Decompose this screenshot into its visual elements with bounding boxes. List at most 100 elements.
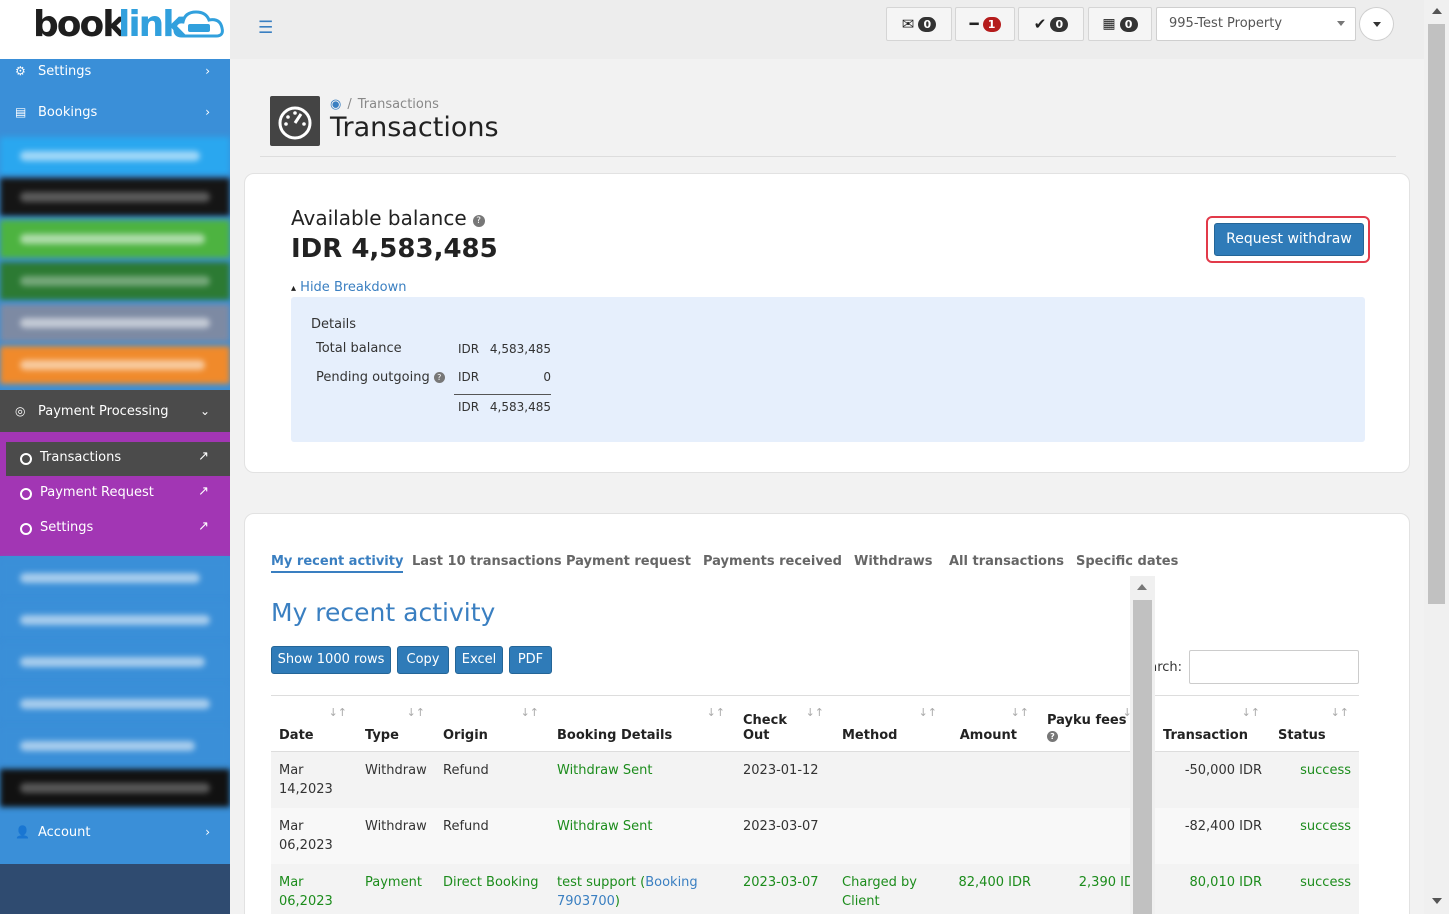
cell-booking-details: Withdraw Sent [549,751,735,808]
column-header-booking-details[interactable]: Booking Details ↓↑ [549,696,735,752]
table-scrollbar[interactable] [1130,576,1155,914]
sidebar-item-bookings[interactable]: ▤ Bookings › [0,95,230,129]
external-link-icon: ↗ [198,519,209,534]
scroll-thumb[interactable] [1428,24,1445,604]
blurred-menu-item[interactable] [0,346,230,384]
pending-count: 1 [982,16,1001,32]
currency: IDR [458,400,480,414]
submenu-item-label: Transactions [40,450,122,465]
balance-card: Available balance? IDR 4,583,485 ▴ Hide … [244,173,1410,473]
scroll-down-icon[interactable] [1432,898,1442,904]
column-header-amount[interactable]: Amount ↓↑ [947,696,1039,752]
scroll-up-icon[interactable] [1432,8,1442,14]
circle-icon [20,453,32,465]
sort-icon: ↓↑ [1330,706,1349,719]
confirmed-counter-button[interactable]: ✔ 0 [1018,7,1084,41]
blurred-menu-item[interactable] [0,727,230,765]
tab-specific-dates[interactable]: Specific dates [1076,554,1178,569]
search-input[interactable] [1189,650,1359,684]
chevron-right-icon: › [205,825,210,839]
scroll-thumb[interactable] [1133,600,1152,914]
blurred-menu-item[interactable] [0,137,230,175]
tab-withdraws[interactable]: Withdraws [854,554,933,569]
pending-counter-button[interactable]: ━ 1 [955,7,1015,41]
confirmed-count: 0 [1050,16,1069,32]
submenu-item-label: Settings [40,520,94,535]
check-icon: ✔ [1033,15,1047,33]
chevron-right-icon: › [205,105,210,119]
blurred-menu-item[interactable] [0,685,230,723]
calendar-counter-button[interactable]: ▦ 0 [1088,7,1152,41]
user-menu-button[interactable] [1359,7,1394,41]
menu-toggle-icon[interactable]: ☰ [258,18,273,38]
help-icon[interactable]: ? [1047,730,1058,742]
help-icon[interactable]: ? [472,215,485,227]
column-header-method[interactable]: Method ↓↑ [834,696,947,752]
blurred-menu-item[interactable] [0,220,230,258]
guest-name: test support ( [557,874,646,890]
column-header-status[interactable]: Status ↓↑ [1270,696,1359,752]
cell-amount [947,807,1039,864]
minus-icon: ━ [969,15,979,33]
cell-transaction: -50,000 IDR [1151,751,1270,808]
logo[interactable]: book link [0,0,230,59]
sidebar-item-settings[interactable]: ⚙ Settings › [0,59,230,83]
blurred-menu-item[interactable] [0,304,230,342]
column-header-check-out[interactable]: Check Out ↓↑ [735,696,834,752]
help-icon[interactable]: ? [433,372,445,383]
total-balance-label: Total balance [316,341,402,356]
cell-origin: Refund [435,807,549,864]
blurred-menu-item[interactable] [0,643,230,681]
table-row[interactable]: Mar 06,2023 Withdraw Refund Withdraw Sen… [271,807,1359,864]
blurred-menu-item[interactable] [0,262,230,300]
sort-icon: ↓↑ [406,706,425,719]
blurred-menu-item[interactable] [0,559,230,597]
pending-outgoing-text: Pending outgoing [316,370,430,385]
column-header-transaction[interactable]: Transaction ↓↑ [1151,696,1270,752]
column-header-origin[interactable]: Origin ↓↑ [435,696,549,752]
sidebar-item-account[interactable]: 👤 Account › [0,815,230,849]
blurred-menu-item[interactable] [0,178,230,216]
tab-payments-received[interactable]: Payments received [703,554,842,569]
sidebar: ⚙ Settings › ▤ Bookings › ◎ Payment Proc… [0,59,230,914]
dashboard-small-icon[interactable]: ◉ [330,97,341,112]
gear-icon: ⚙ [15,64,26,78]
submenu-item-transactions[interactable]: Transactions ↗ [6,442,230,476]
tab-payment-request[interactable]: Payment request [566,554,691,569]
page-scrollbar[interactable] [1424,0,1449,914]
cell-method: Charged by Client [834,863,947,914]
copy-button[interactable]: Copy [397,646,449,674]
tab-all-transactions[interactable]: All transactions [949,554,1064,569]
column-header-type[interactable]: Type ↓↑ [357,696,435,752]
property-select[interactable]: 995-Test Property [1156,7,1356,41]
column-label: Check Out [743,712,787,743]
table-row[interactable]: Mar 06,2023 Payment Direct Booking test … [271,863,1359,914]
cell-date: Mar 14,2023 [271,751,357,808]
activity-card: My recent activity Last 10 transactions … [244,513,1410,914]
column-label: Booking Details [557,727,673,743]
pdf-button[interactable]: PDF [509,646,552,674]
sidebar-item-label: Account [38,824,91,840]
scroll-up-icon[interactable] [1137,584,1147,590]
table-row[interactable]: Mar 14,2023 Withdraw Refund Withdraw Sen… [271,751,1359,808]
cell-method [834,751,947,808]
circle-icon [20,523,32,535]
request-withdraw-highlight: Request withdraw [1206,216,1370,263]
hide-breakdown-link[interactable]: ▴ Hide Breakdown [291,280,407,295]
submenu-item-settings[interactable]: Settings ↗ [6,512,230,546]
column-header-date[interactable]: Date ↓↑ [271,696,357,752]
tab-last-10-transactions[interactable]: Last 10 transactions [412,554,562,569]
envelope-open-icon: ✉ [901,15,915,33]
cell-booking-details: Withdraw Sent [549,807,735,864]
submenu-item-payment-request[interactable]: Payment Request ↗ [6,477,230,511]
sort-icon: ↓↑ [520,706,539,719]
request-withdraw-button[interactable]: Request withdraw [1214,223,1364,256]
sidebar-item-payment-processing[interactable]: ◎ Payment Processing ⌄ [0,390,230,432]
tab-my-recent-activity[interactable]: My recent activity [271,554,404,573]
show-1000-rows-button[interactable]: Show 1000 rows [271,646,391,674]
excel-button[interactable]: Excel [455,646,503,674]
cell-status: success [1270,751,1359,808]
blurred-menu-item[interactable] [0,601,230,639]
blurred-menu-item[interactable] [0,769,230,807]
messages-counter-button[interactable]: ✉ 0 [886,7,952,41]
